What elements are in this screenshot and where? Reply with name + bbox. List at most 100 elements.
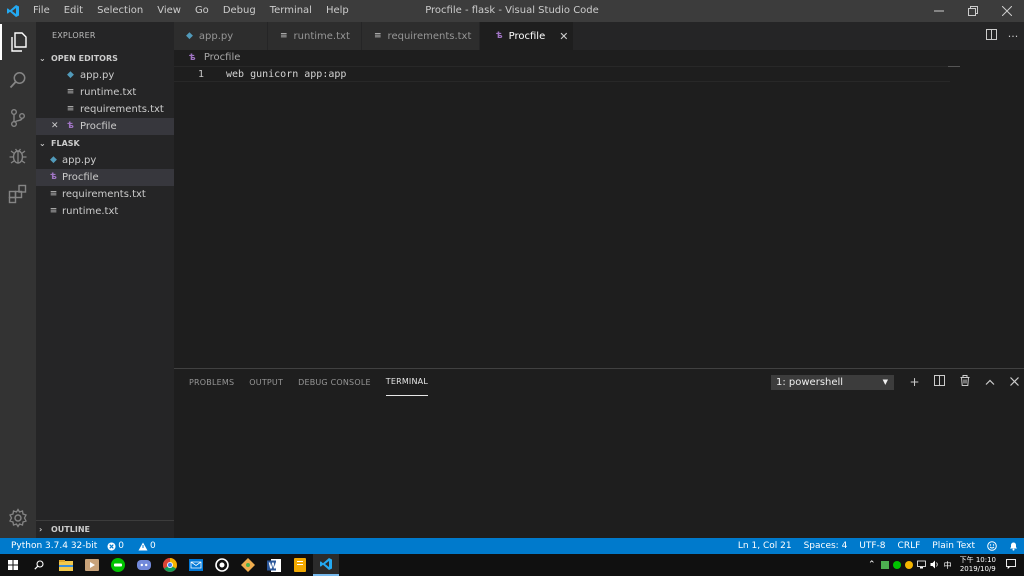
cursor-position[interactable]: Ln 1, Col 21	[738, 538, 792, 554]
maximize-button[interactable]	[956, 0, 990, 22]
close-tab-icon[interactable]: ✕	[559, 30, 568, 43]
menu-view[interactable]: View	[150, 0, 188, 22]
close-window-button[interactable]	[990, 0, 1024, 22]
outline-header[interactable]: › OUTLINE	[36, 521, 174, 538]
open-editors-header[interactable]: ⌄ OPEN EDITORS	[36, 50, 174, 67]
mail-app-icon[interactable]	[183, 554, 209, 576]
trash-icon[interactable]	[952, 373, 977, 391]
status-left: Python 3.7.4 32-bit 0 0	[11, 538, 176, 554]
file-label: requirements.txt	[62, 189, 146, 200]
encoding[interactable]: UTF-8	[859, 538, 885, 554]
windows-start-icon[interactable]	[0, 554, 26, 576]
tray-chevron-up-icon[interactable]: ⌃	[868, 560, 876, 570]
split-terminal-icon[interactable]	[927, 373, 952, 391]
vscode-app-icon[interactable]	[313, 554, 339, 576]
network-icon[interactable]	[916, 560, 926, 571]
clock-date: 2019/10/9	[959, 565, 996, 573]
volume-icon[interactable]	[930, 560, 940, 571]
tray-app-icon-line[interactable]	[892, 561, 901, 569]
tab-output[interactable]: OUTPUT	[249, 369, 283, 396]
line-ending[interactable]: CRLF	[898, 538, 921, 554]
menu-go[interactable]: Go	[188, 0, 216, 22]
tab-problems[interactable]: PROBLEMS	[189, 369, 234, 396]
code-line: 1 web gunicorn app:app	[174, 66, 950, 82]
python-file-icon: ◆	[50, 155, 57, 165]
extensions-icon[interactable]	[0, 176, 36, 212]
panel-actions: +	[902, 373, 1024, 391]
file-tree-item[interactable]: ≡ requirements.txt	[36, 186, 174, 203]
close-editor-icon[interactable]: ✕	[51, 118, 64, 135]
indentation[interactable]: Spaces: 4	[804, 538, 848, 554]
editor-tabs: ◆ app.py ≡ runtime.txt ≡ requirements.tx…	[174, 22, 1024, 50]
activity-bar	[0, 22, 36, 538]
folder-header[interactable]: ⌄ FLASK	[36, 135, 174, 152]
window-controls	[922, 0, 1024, 22]
chevron-right-icon: ›	[39, 525, 43, 534]
text-file-icon: ≡	[66, 104, 75, 114]
terminal-select[interactable]: 1: powershell ▼	[771, 375, 894, 390]
new-terminal-icon[interactable]: +	[902, 373, 927, 391]
clock[interactable]: 下午 10:10 2019/10/9	[960, 556, 996, 574]
more-actions-icon[interactable]: ···	[1002, 30, 1024, 43]
debug-icon[interactable]	[0, 138, 36, 174]
tab-requirements-txt[interactable]: ≡ requirements.txt	[362, 22, 480, 50]
chevron-down-icon: ⌄	[39, 54, 46, 63]
open-editor-label: app.py	[80, 70, 115, 81]
split-editor-icon[interactable]	[980, 29, 1002, 43]
taskbar-search-icon[interactable]	[26, 554, 52, 576]
tab-app-py[interactable]: ◆ app.py	[174, 22, 268, 50]
source-control-icon[interactable]	[0, 100, 36, 136]
problems-indicator[interactable]: 0 0	[107, 538, 165, 554]
file-tree-item[interactable]: ◆ app.py	[36, 152, 174, 169]
explorer-icon[interactable]	[0, 24, 36, 60]
tab-runtime-txt[interactable]: ≡ runtime.txt	[268, 22, 362, 50]
menu-selection[interactable]: Selection	[90, 0, 150, 22]
discord-app-icon[interactable]	[131, 554, 157, 576]
open-editor-label: Procfile	[80, 121, 117, 132]
media-app-icon[interactable]	[79, 554, 105, 576]
notifications-bell-icon[interactable]	[1009, 538, 1018, 554]
minimize-button[interactable]	[922, 0, 956, 22]
notes-app-icon[interactable]	[287, 554, 313, 576]
file-tree-item[interactable]: ≡ runtime.txt	[36, 203, 174, 220]
open-editor-item[interactable]: ≡ requirements.txt	[36, 101, 174, 118]
status-bar: Python 3.7.4 32-bit 0 0 Ln 1, Col 21 Spa…	[0, 538, 1024, 554]
menu-debug[interactable]: Debug	[216, 0, 263, 22]
open-editor-item[interactable]: ≡ runtime.txt	[36, 84, 174, 101]
open-editor-item-active[interactable]: ✕ ѣ Procfile	[36, 118, 174, 135]
close-panel-icon[interactable]	[1002, 373, 1024, 391]
menu-edit[interactable]: Edit	[57, 0, 90, 22]
word-app-icon[interactable]: W	[261, 554, 287, 576]
file-label: Procfile	[62, 172, 99, 183]
tab-debug-console[interactable]: DEBUG CONSOLE	[298, 369, 371, 396]
svg-text:W: W	[269, 561, 278, 570]
maximize-panel-icon[interactable]	[977, 373, 1002, 391]
language-mode[interactable]: Plain Text	[932, 538, 975, 554]
tray-app-icon-chrome[interactable]	[904, 561, 913, 569]
action-center-icon[interactable]	[1006, 559, 1016, 571]
git-app-icon[interactable]	[235, 554, 261, 576]
settings-gear-icon[interactable]	[0, 500, 36, 536]
breadcrumb[interactable]: ѣ Procfile	[174, 50, 1024, 66]
feedback-smiley-icon[interactable]	[987, 538, 997, 554]
menu-terminal[interactable]: Terminal	[263, 0, 319, 22]
ime-indicator[interactable]: 中	[944, 560, 952, 571]
tab-procfile[interactable]: ѣ Procfile ✕	[480, 22, 574, 50]
file-label: app.py	[62, 155, 97, 166]
circular-app-icon[interactable]	[209, 554, 235, 576]
open-editor-label: runtime.txt	[80, 87, 137, 98]
tab-terminal[interactable]: TERMINAL	[385, 369, 429, 396]
text-file-icon: ≡	[280, 31, 288, 41]
file-explorer-app-icon[interactable]	[53, 554, 79, 576]
menu-help[interactable]: Help	[319, 0, 356, 22]
code-editor[interactable]: 1 web gunicorn app:app	[174, 66, 1024, 368]
open-editor-item[interactable]: ◆ app.py	[36, 67, 174, 84]
tray-app-icon-green[interactable]	[880, 561, 889, 569]
search-icon[interactable]	[0, 62, 36, 98]
menu-file[interactable]: File	[26, 0, 57, 22]
line-app-icon[interactable]	[105, 554, 131, 576]
chrome-app-icon[interactable]	[157, 554, 183, 576]
file-tree-item-selected[interactable]: ѣ Procfile	[36, 169, 174, 186]
title-bar: File Edit Selection View Go Debug Termin…	[0, 0, 1024, 22]
python-interpreter[interactable]: Python 3.7.4 32-bit	[11, 538, 97, 554]
